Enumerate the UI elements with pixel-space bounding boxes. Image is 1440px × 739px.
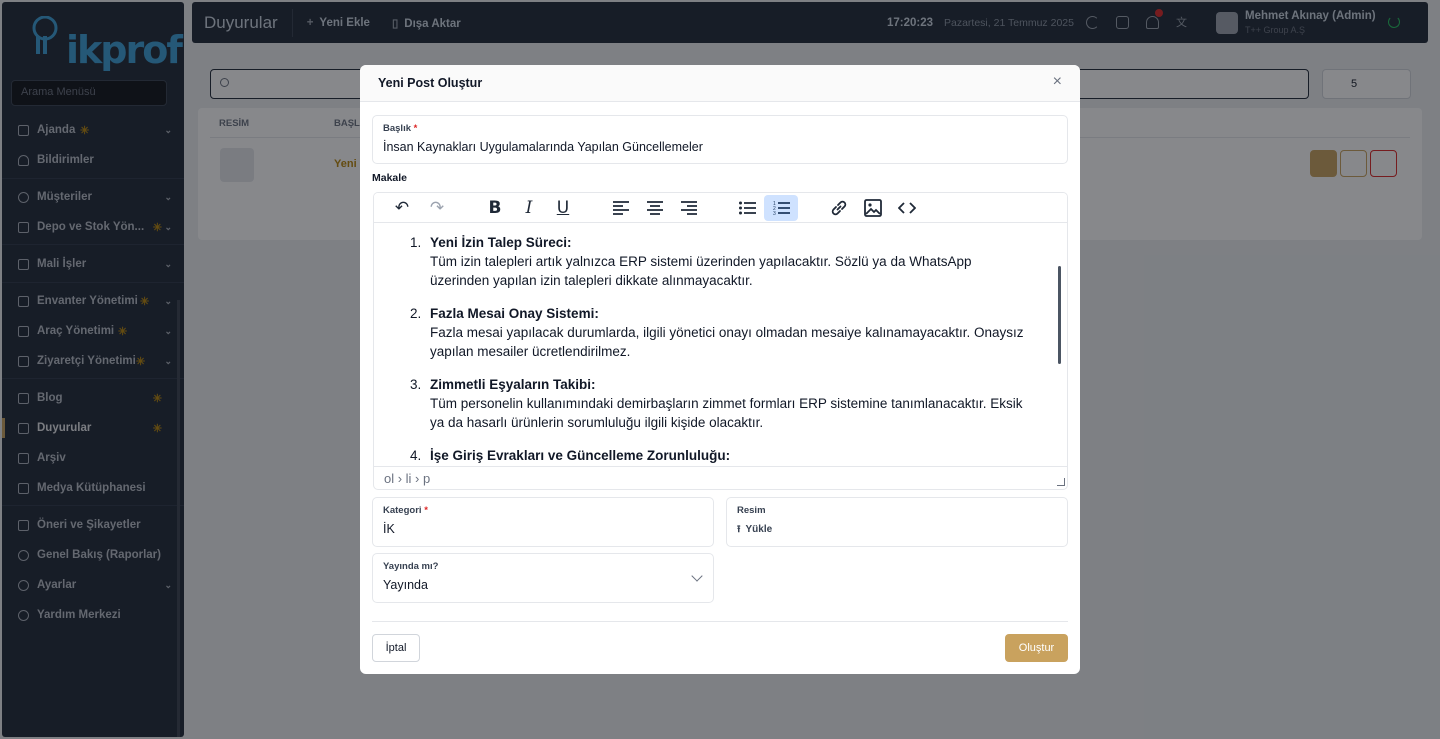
close-icon[interactable]: × xyxy=(1053,73,1062,91)
editor-scrollbar[interactable] xyxy=(1058,266,1061,364)
resize-handle-icon[interactable] xyxy=(1057,478,1065,486)
category-label: Kategori * xyxy=(383,505,428,516)
category-field[interactable]: Kategori * İK xyxy=(372,497,714,547)
align-right-icon[interactable] xyxy=(672,195,706,221)
list-item-body: Tüm personelin kullanımındaki demirbaşla… xyxy=(430,396,1023,430)
element-path[interactable]: ol › li › p xyxy=(384,471,430,486)
svg-text:3: 3 xyxy=(773,211,776,216)
upload-button[interactable]: ⭱ Yükle xyxy=(737,522,772,539)
footer-divider xyxy=(372,621,1068,622)
chevron-down-icon xyxy=(691,570,703,582)
required-mark: * xyxy=(413,123,418,134)
bold-icon[interactable]: B xyxy=(478,195,512,221)
numbered-list: 1. Yeni İzin Talep Süreci: Tüm izin talepl… xyxy=(410,233,1029,465)
list-item-heading: Fazla Mesai Onay Sistemi: xyxy=(430,306,599,321)
list-number: 1. xyxy=(410,235,422,250)
image-label: Resim xyxy=(737,505,766,516)
publish-value: Yayında xyxy=(383,578,428,592)
category-input[interactable]: İK xyxy=(383,522,395,536)
create-button[interactable]: Oluştur xyxy=(1005,634,1068,662)
align-center-icon[interactable] xyxy=(638,195,672,221)
list-item-heading: İşe Giriş Evrakları ve Güncelleme Zorunl… xyxy=(430,448,731,463)
align-left-icon[interactable] xyxy=(604,195,638,221)
upload-icon: ⭱ xyxy=(737,524,741,535)
list-item-body: Tüm izin talepleri artık yalnızca ERP si… xyxy=(430,254,972,288)
required-mark: * xyxy=(424,505,428,516)
category-label-text: Kategori xyxy=(383,505,422,516)
list-item[interactable]: 3. Zimmetli Eşyaların Takibi: Tüm personel… xyxy=(410,375,1029,432)
editor-content[interactable]: 1. Yeni İzin Talep Süreci: Tüm izin talepl… xyxy=(374,223,1067,466)
rich-text-editor: ↶ ↷ B I U 123 1. Yeni İzin Talep Süreci:… xyxy=(373,192,1068,490)
redo-icon[interactable]: ↷ xyxy=(420,195,454,221)
underline-icon[interactable]: U xyxy=(546,195,580,221)
publish-select[interactable]: Yayında mı? Yayında xyxy=(372,553,714,603)
title-input[interactable]: İnsan Kaynakları Uygulamalarında Yapılan… xyxy=(383,140,703,154)
publish-label: Yayında mı? xyxy=(383,561,439,572)
list-item-heading: Yeni İzin Talep Süreci: xyxy=(430,235,572,250)
image-icon[interactable] xyxy=(856,195,890,221)
bullet-list-icon[interactable] xyxy=(730,195,764,221)
list-item-heading: Zimmetli Eşyaların Takibi: xyxy=(430,377,596,392)
link-icon[interactable] xyxy=(822,195,856,221)
title-field[interactable]: Başlık * İnsan Kaynakları Uygulamalarınd… xyxy=(372,115,1068,164)
list-number: 2. xyxy=(410,306,422,321)
image-field: Resim ⭱ Yükle xyxy=(726,497,1068,547)
numbered-list-icon[interactable]: 123 xyxy=(764,195,798,221)
article-label: Makale xyxy=(372,172,408,184)
cancel-button[interactable]: İptal xyxy=(372,634,420,662)
modal-title: Yeni Post Oluştur xyxy=(378,76,483,90)
modal-header: Yeni Post Oluştur × xyxy=(360,65,1080,102)
upload-button-label: Yükle xyxy=(745,524,773,535)
title-label: Başlık * xyxy=(383,123,417,134)
editor-statusbar: ol › li › p xyxy=(374,466,1067,489)
undo-icon[interactable]: ↶ xyxy=(385,195,419,221)
editor-toolbar: ↶ ↷ B I U 123 xyxy=(374,193,1067,223)
italic-icon[interactable]: I xyxy=(512,195,546,221)
list-item-body: Fazla mesai yapılacak durumlarda, ilgili… xyxy=(430,325,1024,359)
create-post-modal: Yeni Post Oluştur × Başlık * İnsan Kayna… xyxy=(360,65,1080,674)
title-label-text: Başlık xyxy=(383,123,411,134)
list-item[interactable]: 2. Fazla Mesai Onay Sistemi: Fazla mesai y… xyxy=(410,304,1029,361)
list-number: 4. xyxy=(410,448,422,463)
list-item[interactable]: 1. Yeni İzin Talep Süreci: Tüm izin talepl… xyxy=(410,233,1029,290)
source-code-icon[interactable] xyxy=(890,195,924,221)
list-item[interactable]: 4. İşe Giriş Evrakları ve Güncelleme Zoru… xyxy=(410,446,1029,465)
list-number: 3. xyxy=(410,377,422,392)
